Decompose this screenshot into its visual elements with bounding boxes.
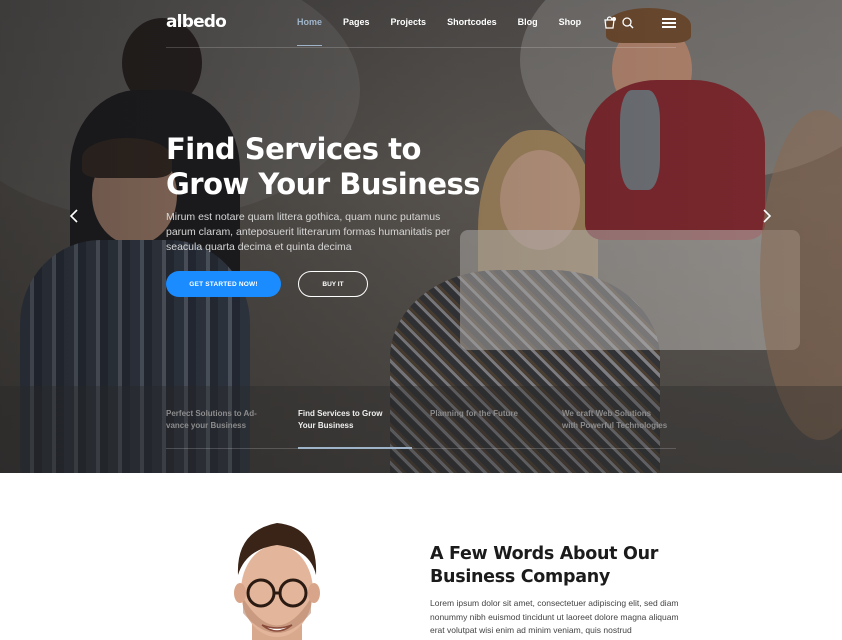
about-description: Lorem ipsum dolor sit amet, consectetuer… — [430, 598, 679, 635]
slider-tab-label: Planning for the Future — [430, 409, 518, 418]
slider-tab-4[interactable]: We craft Web Solutions with Powerful Tec… — [562, 408, 682, 432]
about-title: A Few Words About Our Business Company — [430, 543, 730, 589]
slider-next-arrow-icon[interactable] — [761, 208, 773, 224]
slider-tab-label: with Powerful Technologies — [562, 421, 668, 430]
cart-icon[interactable] — [603, 16, 617, 30]
about-title-line-1: A Few Words About Our — [430, 544, 659, 564]
hero-description: Mirum est notare quam littera gothica, q… — [166, 211, 451, 253]
hero-title-line-1: Find Services to — [166, 132, 421, 166]
nav-item-pages[interactable]: Pages — [343, 17, 370, 27]
hero-slider: albedo Home Pages Projects Shortcodes Bl… — [0, 0, 842, 473]
top-navigation: albedo Home Pages Projects Shortcodes Bl… — [0, 0, 842, 47]
slider-prev-arrow-icon[interactable] — [68, 208, 80, 224]
about-title-line-2: Business Company — [430, 567, 610, 587]
hero-title: Find Services to Grow Your Business — [166, 132, 506, 202]
logo[interactable]: albedo — [166, 12, 227, 32]
slider-tab-label: We craft Web Solutions — [562, 409, 652, 418]
slider-tabs-divider — [166, 448, 676, 449]
slider-tab-3[interactable]: Planning for the Future — [430, 408, 550, 420]
nav-item-shortcodes[interactable]: Shortcodes — [447, 17, 497, 27]
slider-tab-1[interactable]: Perfect Solutions to Ad- vance your Busi… — [166, 408, 286, 432]
nav-item-blog[interactable]: Blog — [518, 17, 538, 27]
search-icon[interactable] — [621, 16, 635, 30]
slider-tab-label: Your Business — [298, 421, 354, 430]
slider-tab-label: Find Services to Grow — [298, 409, 383, 418]
hero-title-line-2: Grow Your Business — [166, 167, 481, 201]
about-section: A Few Words About Our Business Company L… — [0, 473, 842, 640]
slider-tab-active-indicator — [298, 447, 412, 449]
slider-tab-2[interactable]: Find Services to Grow Your Business — [298, 408, 418, 432]
get-started-button[interactable]: GET STARTED NOW! — [166, 271, 281, 297]
slider-tabs-band — [0, 386, 842, 473]
portrait-image — [222, 513, 332, 640]
nav-item-projects[interactable]: Projects — [391, 17, 427, 27]
main-menu: Home Pages Projects Shortcodes Blog Shop — [297, 17, 602, 46]
nav-item-shop[interactable]: Shop — [559, 17, 582, 27]
slider-tab-label: Perfect Solutions to Ad- — [166, 409, 257, 418]
nav-item-home[interactable]: Home — [297, 17, 323, 46]
hamburger-menu-icon[interactable] — [662, 18, 676, 28]
slider-tab-label: vance your Business — [166, 421, 247, 430]
buy-it-button[interactable]: BUY IT — [298, 271, 368, 297]
nav-divider — [166, 47, 676, 48]
